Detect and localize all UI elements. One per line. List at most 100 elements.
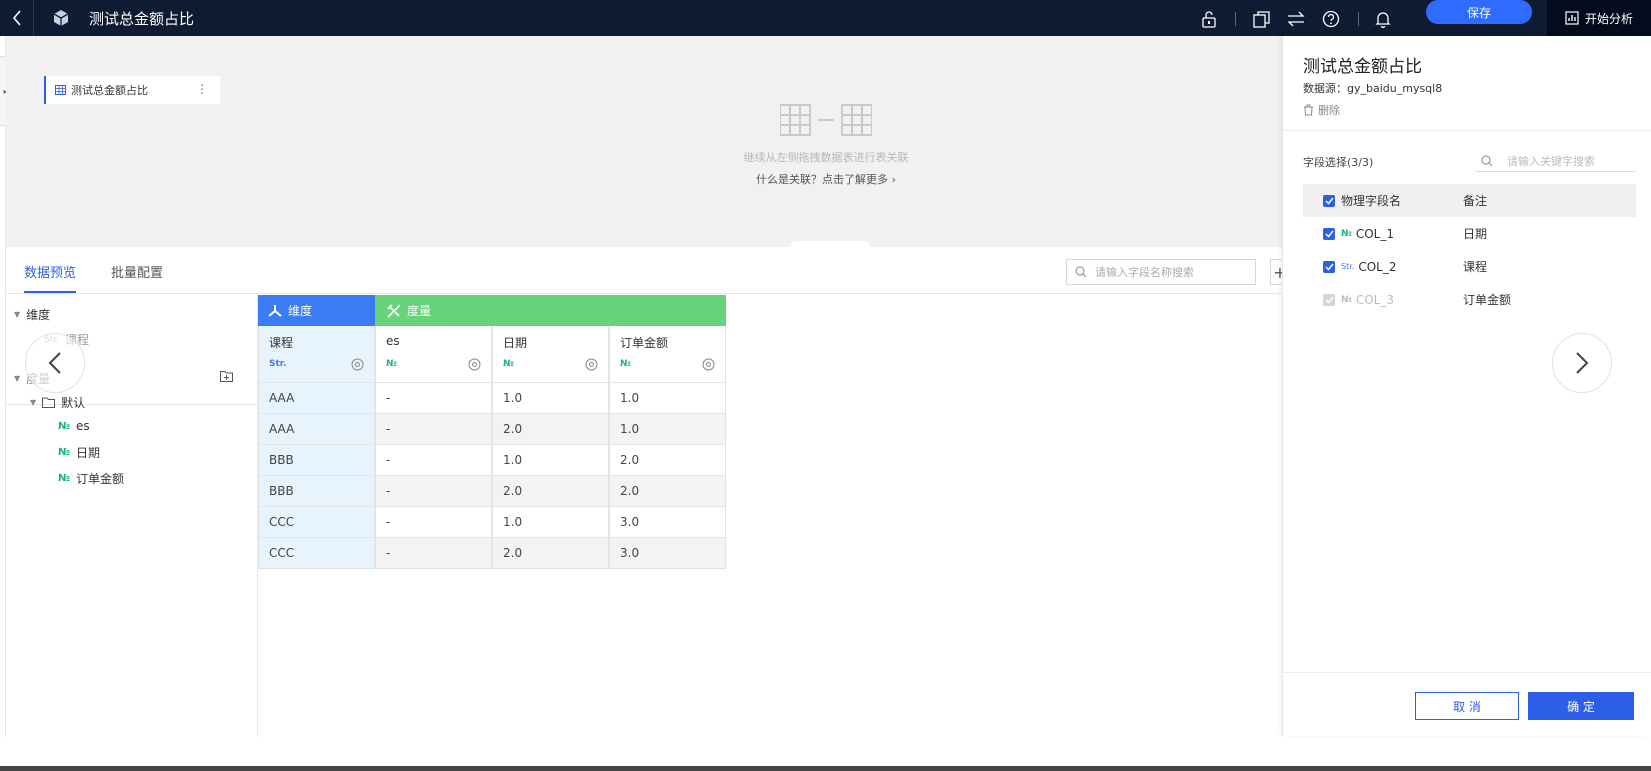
copy-icon[interactable] bbox=[1252, 10, 1270, 28]
table-cell: 2.0 bbox=[609, 445, 726, 476]
join-hint-text: 继续从左侧拖拽数据表进行表关联 bbox=[743, 151, 909, 164]
table-cell: - bbox=[375, 414, 492, 445]
dimension-icon bbox=[268, 304, 282, 317]
table-cell: 1.0 bbox=[609, 383, 726, 414]
gear-icon[interactable] bbox=[468, 358, 481, 371]
table-row: CCC - 2.0 3.0 bbox=[258, 538, 726, 569]
table-card-label: 测试总金额占比 bbox=[71, 84, 148, 97]
data-source-label: 数据源：gy_baidu_mysql8 bbox=[1303, 82, 1443, 95]
tab-batch-config[interactable]: 批量配置 bbox=[111, 262, 163, 281]
field-row[interactable]: Str. COL_2 课程 bbox=[1303, 250, 1636, 283]
field-name: COL_1 bbox=[1355, 226, 1394, 241]
table-row: AAA - 2.0 1.0 bbox=[258, 414, 726, 445]
table-row: AAA - 1.0 1.0 bbox=[258, 383, 726, 414]
table-cell: 3.0 bbox=[609, 538, 726, 569]
table-cell: 2.0 bbox=[492, 538, 609, 569]
tab-bar: 数据预览 批量配置 请输入字段名称搜索 + bbox=[6, 247, 1290, 294]
folder-icon bbox=[42, 397, 56, 408]
table-cell: AAA bbox=[258, 414, 375, 445]
field-checkbox[interactable] bbox=[1323, 260, 1335, 273]
lock-icon[interactable] bbox=[1200, 10, 1218, 28]
back-button[interactable] bbox=[0, 0, 34, 36]
more-icon[interactable]: ⋮ bbox=[196, 82, 208, 96]
field-checkbox[interactable] bbox=[1323, 227, 1335, 240]
field-row: № COL_3 订单金额 bbox=[1303, 283, 1636, 316]
panel-divider bbox=[1283, 130, 1651, 131]
header-field-name: 物理字段名 bbox=[1341, 194, 1402, 208]
column-header-row: 课程 Str. es № 日期 № 订单金额 № bbox=[258, 326, 726, 383]
table-card[interactable]: 测试总金额占比 ⋮ bbox=[44, 76, 220, 104]
delete-button[interactable]: 删除 bbox=[1303, 102, 1340, 118]
table-cell: - bbox=[375, 538, 492, 569]
tree-item[interactable]: № 订单金额 bbox=[58, 470, 124, 487]
tree-item[interactable]: № 日期 bbox=[58, 444, 100, 461]
tree-folder-default[interactable]: ▼ 默认 bbox=[30, 394, 85, 411]
top-bar: 测试总金额占比 保存 开始分析 bbox=[0, 0, 1651, 36]
gear-icon[interactable] bbox=[351, 358, 364, 371]
table-cell: 1.0 bbox=[492, 507, 609, 538]
column-header[interactable]: 订单金额 № bbox=[609, 326, 726, 383]
search-icon bbox=[1075, 266, 1087, 278]
table-cell: BBB bbox=[258, 445, 375, 476]
tab-data-preview[interactable]: 数据预览 bbox=[24, 262, 77, 293]
data-preview-table: 维度 度量 课程 Str. es № 日期 № 订单金额 № AAA - 1.0… bbox=[258, 295, 726, 569]
keyword-search-input[interactable]: 请输入关键字搜索 bbox=[1475, 150, 1635, 172]
panel-title: 测试总金额占比 bbox=[1303, 57, 1422, 77]
previous-arrow-button[interactable] bbox=[25, 333, 85, 393]
column-header[interactable]: es № bbox=[375, 326, 492, 383]
tree-item[interactable]: № es bbox=[58, 419, 90, 433]
table-row: BBB - 2.0 2.0 bbox=[258, 476, 726, 507]
confirm-button[interactable]: 确 定 bbox=[1528, 692, 1634, 720]
chart-icon bbox=[1565, 11, 1579, 25]
next-arrow-button[interactable] bbox=[1552, 333, 1612, 393]
field-table-header: 物理字段名 备注 bbox=[1303, 184, 1636, 217]
table-cell: - bbox=[375, 445, 492, 476]
panel-footer-divider bbox=[1283, 672, 1651, 673]
field-search-placeholder: 请输入字段名称搜索 bbox=[1095, 266, 1194, 279]
chevron-left-icon bbox=[12, 10, 21, 26]
table-cell: 2.0 bbox=[492, 476, 609, 507]
table-cell: - bbox=[375, 507, 492, 538]
table-cell: BBB bbox=[258, 476, 375, 507]
field-name: COL_2 bbox=[1358, 259, 1397, 274]
join-help-link[interactable]: 什么是关联？点击了解更多 › bbox=[706, 171, 946, 187]
column-header[interactable]: 日期 № bbox=[492, 326, 609, 383]
dataset-icon bbox=[52, 9, 70, 30]
table-cell: 2.0 bbox=[492, 414, 609, 445]
bottom-spacer bbox=[0, 737, 1651, 766]
help-icon[interactable] bbox=[1322, 10, 1340, 28]
field-row[interactable]: № COL_1 日期 bbox=[1303, 217, 1636, 250]
chevron-left-icon bbox=[48, 352, 61, 374]
field-note: 订单金额 bbox=[1463, 293, 1512, 307]
field-search-input[interactable]: 请输入字段名称搜索 bbox=[1066, 259, 1256, 285]
table-cell: 1.0 bbox=[492, 445, 609, 476]
table-cell: - bbox=[375, 476, 492, 507]
join-hint: 继续从左侧拖拽数据表进行表关联 什么是关联？点击了解更多 › bbox=[706, 104, 946, 187]
page-title: 测试总金额占比 bbox=[89, 10, 195, 28]
footer-bar bbox=[0, 766, 1651, 771]
gear-icon[interactable] bbox=[702, 358, 715, 371]
table-row: CCC - 1.0 3.0 bbox=[258, 507, 726, 538]
select-all-checkbox[interactable] bbox=[1323, 194, 1335, 207]
switch-icon[interactable] bbox=[1287, 10, 1305, 28]
table-cell: - bbox=[375, 383, 492, 414]
toolbar-divider bbox=[1235, 12, 1236, 26]
header-note: 备注 bbox=[1463, 194, 1488, 208]
start-analysis-button[interactable]: 开始分析 bbox=[1547, 0, 1651, 36]
save-button[interactable]: 保存 bbox=[1426, 0, 1532, 24]
preview-area: 数据预览 批量配置 请输入字段名称搜索 + ▼维度 Str.课程 ▼度量 ▼ 默… bbox=[6, 247, 1290, 737]
add-folder-icon[interactable] bbox=[220, 370, 233, 385]
field-select-label: 字段选择(3/3) bbox=[1303, 156, 1374, 169]
gear-icon[interactable] bbox=[585, 358, 598, 371]
search-icon bbox=[1481, 154, 1493, 166]
field-name: COL_3 bbox=[1355, 292, 1394, 307]
tree-group-dimension[interactable]: ▼ 维度 bbox=[14, 306, 50, 323]
chevron-right-icon bbox=[1576, 352, 1589, 374]
column-header[interactable]: 课程 Str. bbox=[258, 326, 375, 383]
field-checkbox bbox=[1323, 293, 1335, 306]
field-note: 日期 bbox=[1463, 227, 1488, 241]
join-canvas: 测试总金额占比 ⋮ 继续从左侧拖拽数据表进行表关联 什么是关联？点击了解更多 › bbox=[6, 36, 1282, 249]
dimension-header: 维度 bbox=[258, 295, 375, 326]
bell-icon[interactable] bbox=[1374, 10, 1392, 28]
cancel-button[interactable]: 取 消 bbox=[1415, 692, 1519, 720]
